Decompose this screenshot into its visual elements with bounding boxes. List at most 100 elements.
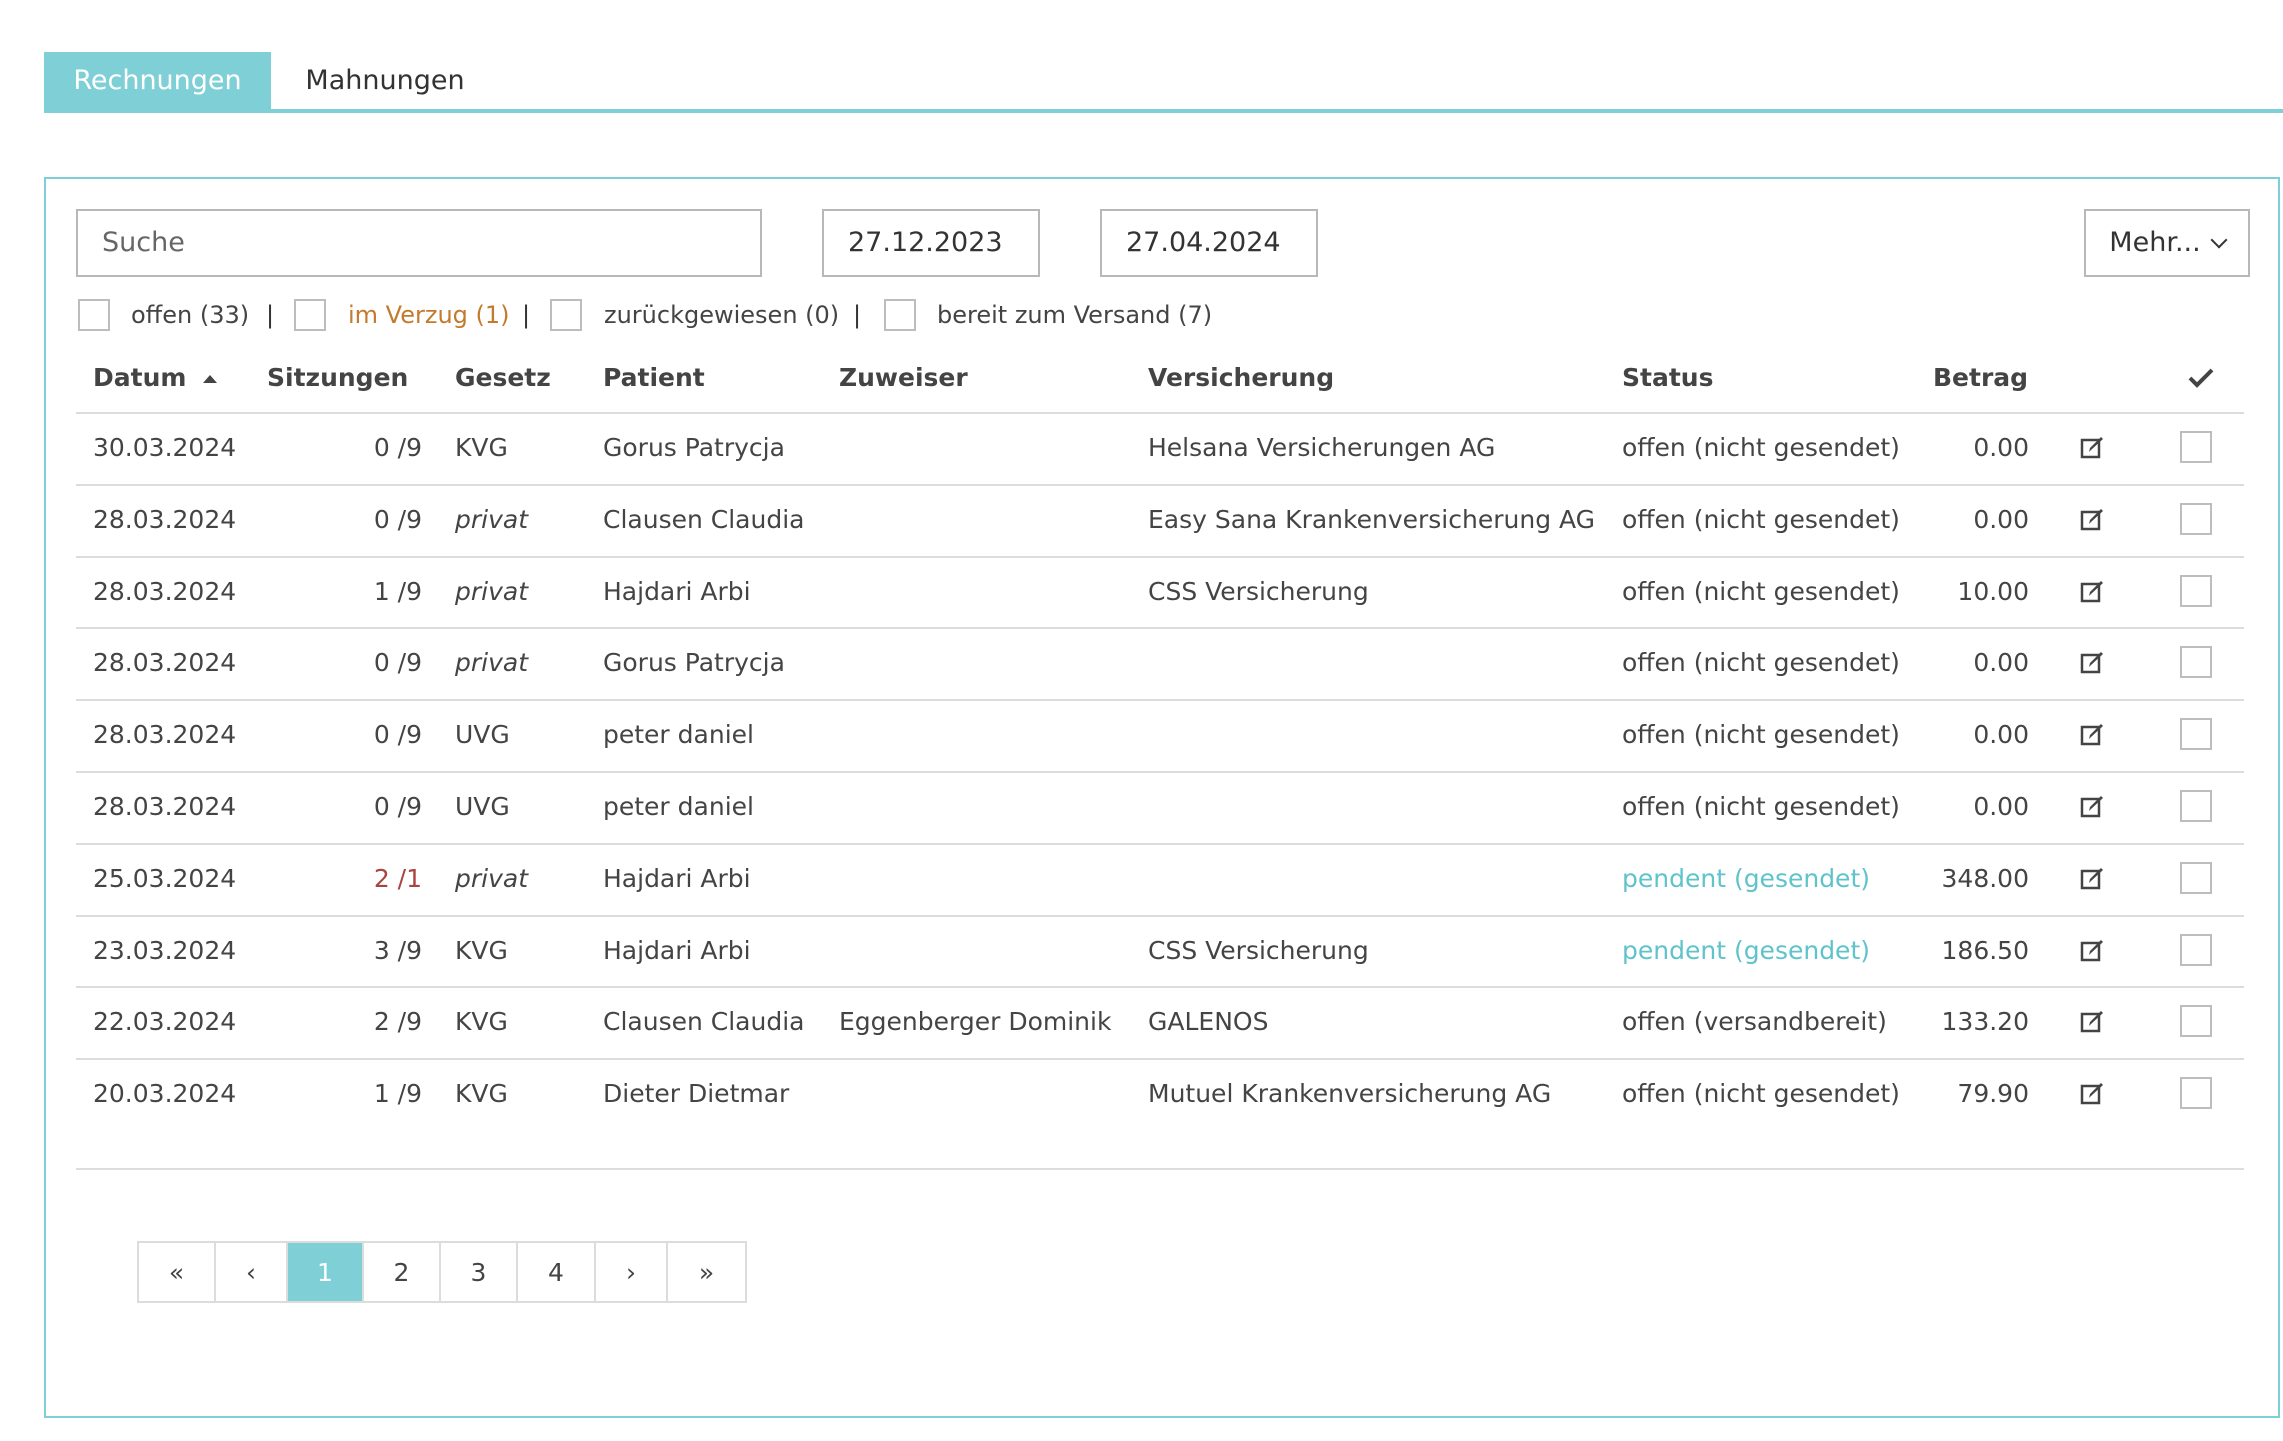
edit-icon[interactable]	[2079, 506, 2107, 534]
row-select-checkbox[interactable]	[2180, 502, 2212, 535]
search-input[interactable]	[102, 212, 736, 273]
row-select-checkbox[interactable]	[2180, 718, 2212, 751]
page-button[interactable]: 1	[288, 1243, 364, 1301]
filter-verzug-checkbox[interactable]	[294, 299, 326, 331]
filter-offen-checkbox[interactable]	[78, 299, 110, 331]
cell-versicherung: CSS Versicherung	[1148, 935, 1369, 965]
column-header-status[interactable]: Status	[1622, 362, 1713, 394]
cell-patient: peter daniel	[603, 720, 754, 750]
cell-sitzungen: 0 /9	[373, 433, 422, 462]
date-to-input[interactable]: 27.04.2024	[1100, 209, 1318, 277]
cell-patient: Clausen Claudia	[603, 1007, 805, 1037]
row-select-checkbox[interactable]	[2180, 933, 2212, 966]
cell-gesetz: KVG	[455, 1007, 508, 1037]
cell-datum: 28.03.2024	[93, 576, 237, 606]
cell-datum: 28.03.2024	[93, 504, 237, 534]
cell-versicherung: CSS Versicherung	[1148, 576, 1369, 606]
column-header-gesetz[interactable]: Gesetz	[455, 362, 551, 394]
column-header-datum[interactable]: Datum	[93, 362, 219, 394]
cell-betrag: 0.00	[1973, 720, 2029, 750]
column-header-zuweiser[interactable]: Zuweiser	[839, 362, 968, 394]
tab-mahnungen[interactable]: Mahnungen	[275, 52, 495, 110]
more-dropdown-button[interactable]: Mehr...	[2084, 209, 2250, 277]
column-header-betrag[interactable]: Betrag	[1933, 362, 2028, 394]
row-select-checkbox[interactable]	[2180, 431, 2212, 463]
edit-icon[interactable]	[2079, 865, 2107, 893]
cell-sitzungen: 0 /9	[373, 648, 422, 678]
checkmark-icon[interactable]	[2187, 367, 2215, 389]
cell-sitzungen: 1 /9	[373, 1079, 422, 1109]
row-select-checkbox[interactable]	[2180, 1077, 2212, 1110]
row-select-checkbox[interactable]	[2180, 646, 2212, 679]
cell-datum: 20.03.2024	[93, 1079, 237, 1109]
page-button[interactable]: «	[139, 1243, 216, 1301]
cell-patient: Clausen Claudia	[603, 504, 805, 534]
tab-underline	[44, 109, 2283, 113]
edit-icon[interactable]	[2079, 793, 2107, 821]
cell-sitzungen: 2 /9	[373, 1007, 422, 1037]
row-select-checkbox[interactable]	[2180, 1005, 2212, 1038]
cell-sitzungen: 1 /9	[373, 576, 422, 606]
cell-betrag: 10.00	[1957, 576, 2029, 606]
row-divider	[76, 842, 2244, 845]
filter-versand-checkbox[interactable]	[884, 299, 916, 331]
column-header-versicherung[interactable]: Versicherung	[1148, 362, 1334, 394]
cell-status: offen (versandbereit)	[1622, 1007, 1887, 1037]
row-divider	[76, 555, 2244, 558]
datum-header-label: Datum	[93, 363, 187, 392]
cell-status: offen (nicht gesendet)	[1622, 433, 1900, 462]
row-divider	[76, 1058, 2244, 1061]
edit-icon[interactable]	[2079, 649, 2107, 677]
page-button[interactable]: ‹	[216, 1243, 288, 1301]
cell-status: offen (nicht gesendet)	[1622, 792, 1900, 821]
edit-icon[interactable]	[2079, 721, 2107, 749]
page-button[interactable]: 4	[518, 1243, 596, 1301]
edit-icon[interactable]	[2079, 434, 2107, 462]
column-header-patient[interactable]: Patient	[603, 362, 705, 394]
row-select-checkbox[interactable]	[2180, 861, 2212, 894]
edit-icon[interactable]	[2079, 937, 2107, 965]
tab-rechnungen[interactable]: Rechnungen	[44, 52, 271, 110]
edit-icon[interactable]	[2079, 578, 2107, 606]
cell-patient: peter daniel	[603, 792, 754, 821]
cell-patient: Hajdari Arbi	[603, 863, 751, 893]
cell-status: offen (nicht gesendet)	[1622, 648, 1900, 678]
page-button[interactable]: »	[668, 1243, 745, 1301]
cell-datum: 30.03.2024	[93, 433, 237, 462]
cell-sitzungen: 3 /9	[373, 935, 422, 965]
cell-gesetz: UVG	[455, 792, 510, 821]
row-divider	[76, 914, 2244, 917]
cell-status: offen (nicht gesendet)	[1622, 504, 1900, 534]
cell-versicherung: GALENOS	[1148, 1007, 1269, 1037]
cell-datum: 22.03.2024	[93, 1007, 237, 1037]
edit-icon[interactable]	[2079, 1080, 2107, 1108]
cell-betrag: 79.90	[1957, 1079, 2029, 1109]
cell-betrag: 0.00	[1973, 504, 2029, 534]
row-select-checkbox[interactable]	[2180, 574, 2212, 607]
search-field[interactable]	[76, 209, 762, 277]
page-button[interactable]: ›	[596, 1243, 668, 1301]
column-header-sitzungen[interactable]: Sitzungen	[267, 362, 408, 394]
cell-gesetz: privat	[455, 648, 529, 678]
cell-gesetz: KVG	[455, 1079, 508, 1109]
row-divider	[76, 627, 2244, 630]
cell-status: pendent (gesendet)	[1622, 863, 1870, 893]
filter-separator: |	[522, 301, 531, 329]
row-divider	[76, 771, 2244, 773]
cell-sitzungen: 0 /9	[373, 792, 422, 821]
date-from-input[interactable]: 27.12.2023	[822, 209, 1040, 277]
cell-gesetz: privat	[455, 863, 529, 893]
cell-status: offen (nicht gesendet)	[1622, 576, 1900, 606]
edit-icon[interactable]	[2079, 1008, 2107, 1036]
filter-zurueckgewiesen-checkbox[interactable]	[550, 299, 582, 331]
sort-up-icon	[203, 375, 218, 383]
cell-status: offen (nicht gesendet)	[1622, 1079, 1900, 1109]
cell-sitzungen: 2 /1	[373, 863, 422, 893]
cell-status: pendent (gesendet)	[1622, 935, 1870, 965]
filter-versand-label: bereit zum Versand (7)	[937, 301, 1213, 329]
page-button[interactable]: 3	[441, 1243, 518, 1301]
chevron-down-icon	[2210, 231, 2228, 249]
row-select-checkbox[interactable]	[2180, 790, 2212, 822]
page-button[interactable]: 2	[364, 1243, 441, 1301]
cell-versicherung: Mutuel Krankenversicherung AG	[1148, 1079, 1552, 1109]
